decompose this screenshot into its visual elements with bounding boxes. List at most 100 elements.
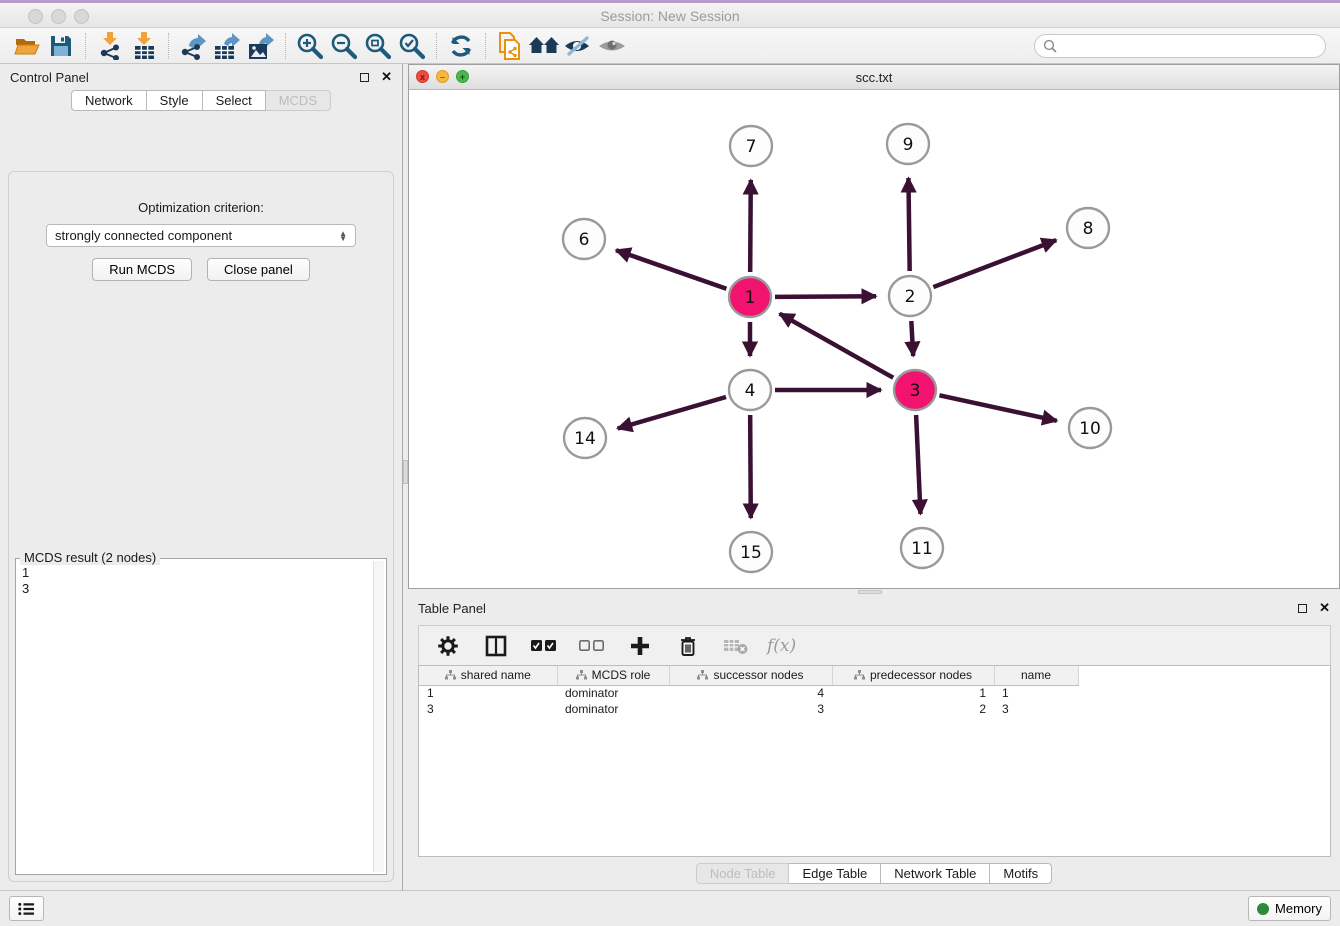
table-row[interactable]: 3dominator323: [419, 701, 1078, 717]
tab-node-table[interactable]: Node Table: [696, 863, 790, 884]
column-header-MCDS-role[interactable]: MCDS role: [557, 666, 669, 685]
network-window-controls[interactable]: x – +: [416, 70, 469, 83]
column-header-predecessor-nodes[interactable]: predecessor nodes: [832, 666, 994, 685]
network-canvas[interactable]: 7 9 6 8 1 2 4 3 14 10 15 11: [409, 90, 1339, 588]
table-cell[interactable]: 2: [832, 701, 994, 717]
edge-3-10[interactable]: [939, 395, 1056, 420]
search-input[interactable]: [1062, 39, 1317, 53]
mcds-result-text[interactable]: 1 3: [18, 561, 372, 872]
zoom-in-icon: [296, 32, 324, 60]
table-cell[interactable]: 3: [669, 701, 832, 717]
memory-button[interactable]: Memory: [1248, 896, 1331, 921]
table-cell[interactable]: 1: [419, 685, 557, 701]
zoom-selected-button[interactable]: [395, 31, 429, 61]
close-panel-icon[interactable]: ✕: [1319, 600, 1330, 616]
close-panel-icon[interactable]: ✕: [381, 69, 392, 85]
show-all-button[interactable]: [595, 31, 629, 61]
export-network-button[interactable]: [176, 31, 210, 61]
table-cell[interactable]: dominator: [557, 701, 669, 717]
tab-network[interactable]: Network: [71, 90, 147, 111]
optimization-criterion-select[interactable]: strongly connected component ▲▼: [46, 224, 356, 247]
export-image-button[interactable]: [244, 31, 278, 61]
column-header-shared-name[interactable]: shared name: [419, 666, 557, 685]
table-cell[interactable]: 4: [669, 685, 832, 701]
refresh-button[interactable]: [444, 31, 478, 61]
zoom-in-button[interactable]: [293, 31, 327, 61]
tab-motifs[interactable]: Motifs: [990, 863, 1052, 884]
graph-node-8[interactable]: 8: [1067, 208, 1109, 248]
node-table[interactable]: shared nameMCDS role successor nodes prede…: [419, 666, 1079, 717]
edge-4-14[interactable]: [618, 397, 726, 429]
close-panel-button[interactable]: Close panel: [207, 258, 310, 281]
graph-node-2[interactable]: 2: [889, 276, 931, 316]
table-cell[interactable]: 3: [419, 701, 557, 717]
export-table-button[interactable]: [210, 31, 244, 61]
column-type-icon: [697, 670, 708, 680]
table-cell[interactable]: dominator: [557, 685, 669, 701]
table-settings-button[interactable]: [431, 631, 465, 661]
table-cell[interactable]: 3: [994, 701, 1078, 717]
graph-node-4[interactable]: 4: [729, 370, 771, 410]
edge-2-9[interactable]: [908, 178, 909, 271]
edge-1-6[interactable]: [616, 250, 726, 289]
zoom-out-button[interactable]: [327, 31, 361, 61]
add-column-button[interactable]: [623, 631, 657, 661]
graph-node-1[interactable]: 1: [729, 277, 771, 317]
network-graph[interactable]: 7 9 6 8 1 2 4 3 14 10 15 11: [409, 90, 1339, 588]
float-panel-icon[interactable]: [1298, 604, 1307, 613]
column-label: successor nodes: [713, 668, 803, 682]
hide-selected-button[interactable]: [561, 31, 595, 61]
column-header-successor-nodes[interactable]: successor nodes: [669, 666, 832, 685]
graph-node-15[interactable]: 15: [730, 532, 772, 572]
show-log-button[interactable]: [9, 896, 44, 921]
graph-node-9[interactable]: 9: [887, 124, 929, 164]
table-row[interactable]: 1dominator411: [419, 685, 1078, 701]
column-header-name[interactable]: name: [994, 666, 1078, 685]
import-network-button[interactable]: [93, 31, 127, 61]
home-button[interactable]: [527, 31, 561, 61]
select-all-columns-button[interactable]: [527, 631, 561, 661]
graph-node-14[interactable]: 14: [564, 418, 606, 458]
open-session-button[interactable]: [10, 31, 44, 61]
graph-node-10[interactable]: 10: [1069, 408, 1111, 448]
tab-edge-table[interactable]: Edge Table: [789, 863, 881, 884]
edge-2-8[interactable]: [933, 240, 1056, 287]
graph-node-11[interactable]: 11: [901, 528, 943, 568]
show-column-panel-button[interactable]: [479, 631, 513, 661]
close-view-button[interactable]: x: [416, 70, 429, 83]
table-cell[interactable]: 1: [994, 685, 1078, 701]
graph-node-6[interactable]: 6: [563, 219, 605, 259]
tab-select[interactable]: Select: [203, 90, 266, 111]
delete-table-button[interactable]: [719, 631, 753, 661]
tab-network-table[interactable]: Network Table: [881, 863, 990, 884]
edge-4-15[interactable]: [750, 415, 751, 518]
splitter-handle[interactable]: [858, 590, 882, 594]
function-builder-icon[interactable]: f(x): [767, 636, 796, 656]
search-field[interactable]: [1034, 34, 1326, 58]
zoom-fit-icon: [364, 32, 392, 60]
edge-2-3[interactable]: [911, 321, 913, 356]
clone-network-button[interactable]: [493, 31, 527, 61]
optimization-criterion-label: Optimization criterion:: [9, 200, 393, 215]
float-panel-icon[interactable]: [360, 73, 369, 82]
edge-3-1[interactable]: [780, 314, 894, 378]
edge-3-11[interactable]: [916, 415, 920, 514]
save-session-button[interactable]: [44, 31, 78, 61]
tab-mcds[interactable]: MCDS: [266, 90, 331, 111]
edge-1-2[interactable]: [775, 296, 876, 297]
network-view-window: x – + scc.txt 7 9 6 8 1 2 4 3 14 10 15 11: [408, 64, 1340, 589]
table-cell[interactable]: 1: [832, 685, 994, 701]
import-table-button[interactable]: [127, 31, 161, 61]
zoom-fit-button[interactable]: [361, 31, 395, 61]
result-scrollbar[interactable]: [373, 561, 384, 872]
maximize-view-button[interactable]: +: [456, 70, 469, 83]
tab-style[interactable]: Style: [147, 90, 203, 111]
edge-1-7[interactable]: [750, 180, 751, 272]
graph-node-7[interactable]: 7: [730, 126, 772, 166]
minimize-view-button[interactable]: –: [436, 70, 449, 83]
run-mcds-button[interactable]: Run MCDS: [92, 258, 192, 281]
delete-column-button[interactable]: [671, 631, 705, 661]
network-window-titlebar[interactable]: x – + scc.txt: [409, 65, 1339, 90]
graph-node-3[interactable]: 3: [894, 370, 936, 410]
unselect-all-columns-button[interactable]: [575, 631, 609, 661]
